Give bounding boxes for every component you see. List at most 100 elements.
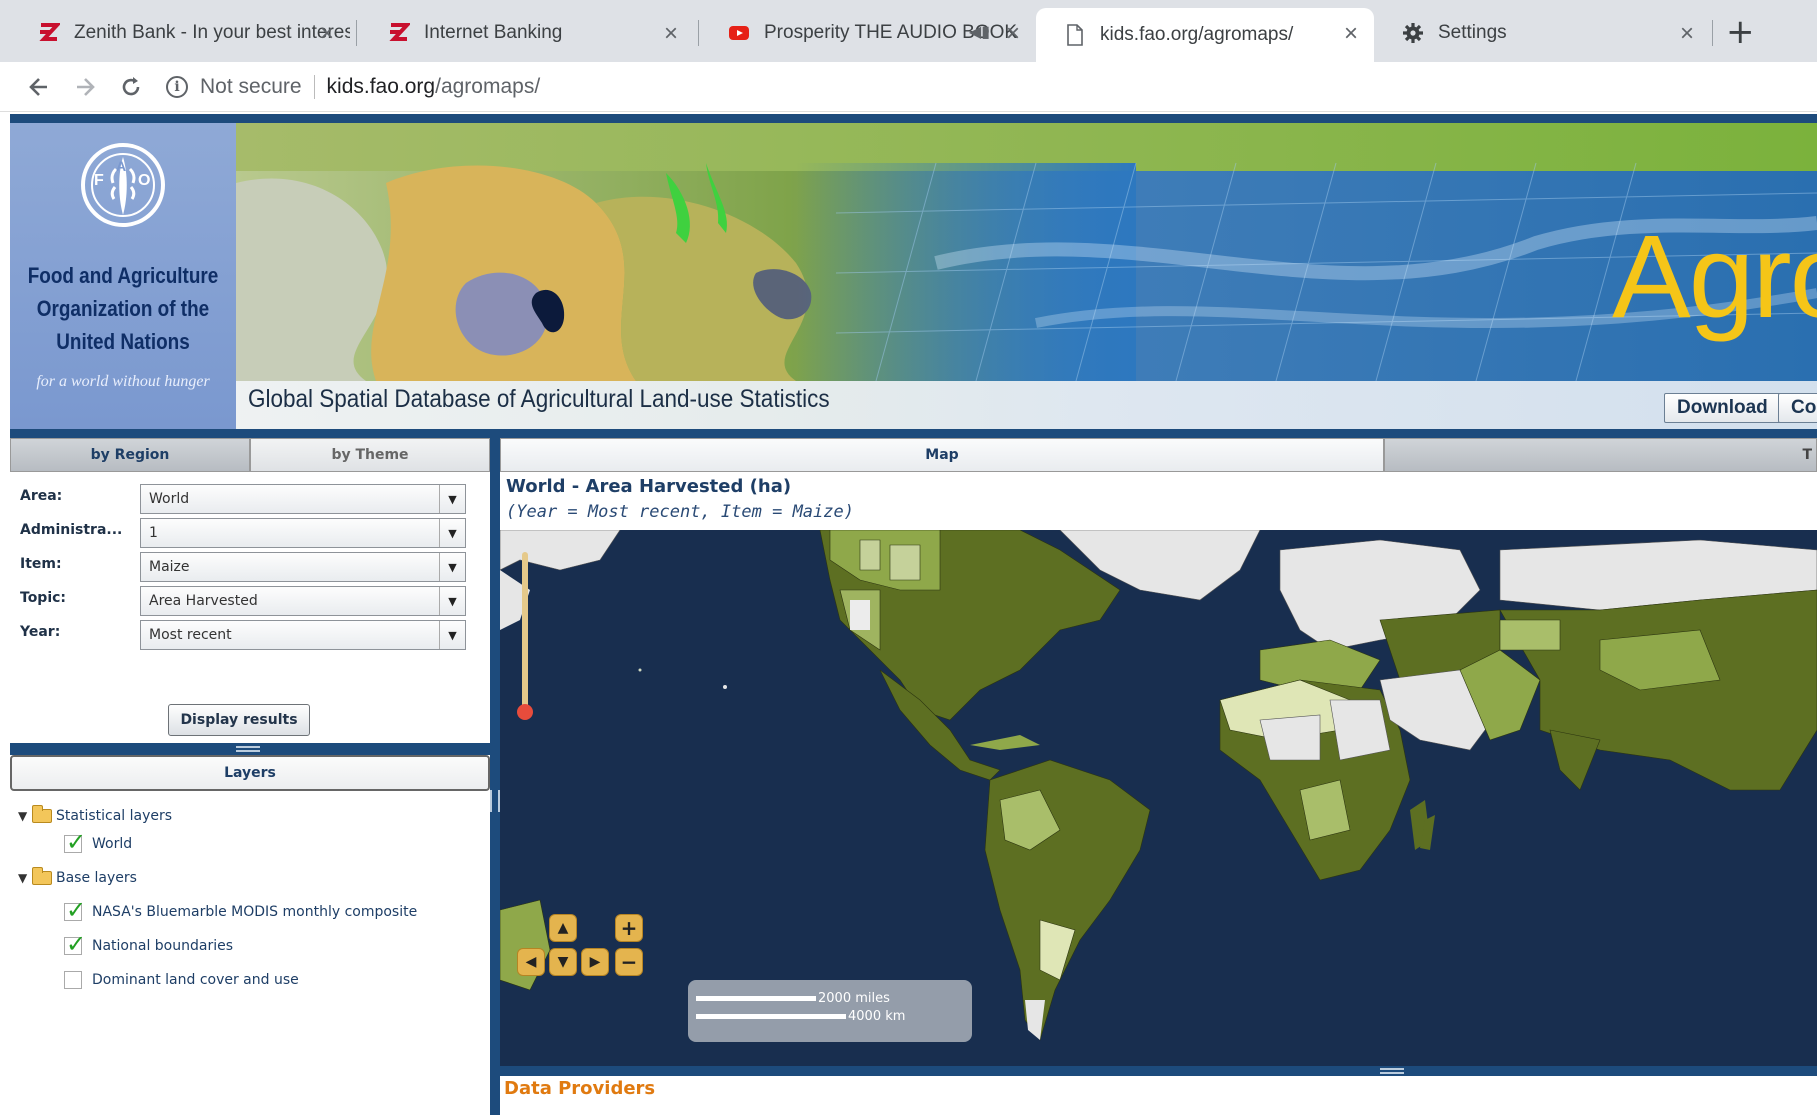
organization-name: Food and Agriculture Organization of the… xyxy=(27,263,219,354)
forward-button[interactable] xyxy=(66,68,104,106)
folder-icon xyxy=(32,867,52,885)
contact-button[interactable]: Co xyxy=(1778,393,1817,423)
close-icon[interactable]: × xyxy=(664,20,678,48)
admin-level-label: Administra... xyxy=(20,522,123,538)
tab-table[interactable]: T xyxy=(1384,438,1817,472)
organization-tagline: for a world without hunger xyxy=(36,373,210,390)
tab-by-theme[interactable]: by Theme xyxy=(250,438,490,472)
security-label: Not secure xyxy=(200,75,302,98)
landcover-layer-checkbox[interactable] xyxy=(64,971,82,989)
year-select[interactable]: Most recent ▼ xyxy=(140,620,466,650)
tab-by-region[interactable]: by Region xyxy=(10,438,250,472)
data-providers-heading: Data Providers xyxy=(504,1078,656,1099)
landcover-layer-label: Dominant land cover and use xyxy=(92,972,299,988)
top-accent-bar xyxy=(10,114,1817,123)
boundaries-layer-node[interactable]: National boundaries xyxy=(64,930,233,958)
fao-logo-icon[interactable]: F A O xyxy=(80,139,166,231)
boundaries-layer-checkbox[interactable] xyxy=(64,930,86,958)
tab-separator xyxy=(356,20,357,46)
zenith-z-icon xyxy=(388,22,410,44)
landcover-layer-node[interactable]: Dominant land cover and use xyxy=(64,968,299,992)
world-map[interactable]: ▲ ◀ ▼ ▶ + − 2000 miles 4000 km xyxy=(500,530,1817,1066)
world-layer-node[interactable]: World xyxy=(64,828,133,856)
item-row: Item: Maize ▼ xyxy=(10,552,490,584)
close-icon[interactable]: × xyxy=(1344,20,1358,48)
zoom-in-icon[interactable]: + xyxy=(615,914,643,942)
pan-left-icon[interactable]: ◀ xyxy=(517,948,545,976)
tab-title: kids.fao.org/agromaps/ xyxy=(1100,24,1294,45)
zoom-out-icon[interactable]: − xyxy=(615,948,643,976)
new-tab-button[interactable]: + xyxy=(1726,12,1755,52)
display-results-button[interactable]: Display results xyxy=(168,704,310,736)
base-layers-node[interactable]: ▼ Base layers xyxy=(18,866,137,890)
pan-up-icon[interactable]: ▲ xyxy=(549,914,577,942)
reload-button[interactable] xyxy=(112,68,150,106)
zoom-slider-rail[interactable] xyxy=(522,552,528,712)
dropdown-arrow-icon[interactable]: ▼ xyxy=(439,553,465,581)
tab-internet-banking[interactable]: Internet Banking × xyxy=(360,8,694,58)
item-label: Item: xyxy=(20,556,62,572)
tab-settings[interactable]: Settings × xyxy=(1374,8,1710,58)
folder-icon xyxy=(32,805,52,823)
header-divider xyxy=(10,429,1817,438)
browser-tab-strip: Zenith Bank - In your best interes × Int… xyxy=(0,0,1817,62)
item-select[interactable]: Maize ▼ xyxy=(140,552,466,582)
statistical-layers-node[interactable]: ▼ Statistical layers xyxy=(18,804,172,828)
area-row: Area: World ▼ xyxy=(10,484,490,516)
scale-miles-label: 2000 miles xyxy=(818,991,890,1006)
close-icon[interactable]: × xyxy=(1006,20,1020,48)
address-bar[interactable]: i Not secure kids.fao.org/agromaps/ xyxy=(166,67,1806,107)
splitter-grip-icon[interactable] xyxy=(490,790,500,812)
vertical-splitter[interactable] xyxy=(490,438,500,1115)
pan-down-icon[interactable]: ▼ xyxy=(549,948,577,976)
scale-bar-km xyxy=(696,1014,846,1019)
zoom-slider-handle[interactable] xyxy=(517,704,533,720)
topic-value: Area Harvested xyxy=(149,593,258,609)
svg-text:F: F xyxy=(94,172,104,189)
scale-bar: 2000 miles 4000 km xyxy=(688,980,972,1042)
browser-toolbar: i Not secure kids.fao.org/agromaps/ xyxy=(0,62,1817,112)
reload-icon xyxy=(122,77,140,96)
tab-title: Internet Banking xyxy=(424,22,563,43)
speaker-mute-icon[interactable]: ◀▮ xyxy=(969,22,990,42)
page-icon xyxy=(1064,24,1086,46)
tab-zenith-bank[interactable]: Zenith Bank - In your best interes × xyxy=(10,8,350,58)
admin-level-select[interactable]: 1 ▼ xyxy=(140,518,466,548)
splitter-grip-icon[interactable] xyxy=(236,746,260,752)
layers-header[interactable]: Layers xyxy=(10,755,490,791)
site-header: F A O Food and Agriculture Organization … xyxy=(10,123,1817,429)
topic-select[interactable]: Area Harvested ▼ xyxy=(140,586,466,616)
agromaps-page: F A O Food and Agriculture Organization … xyxy=(10,114,1817,1115)
back-button[interactable] xyxy=(20,68,58,106)
bluemarble-layer-checkbox[interactable] xyxy=(64,896,86,924)
tab-map[interactable]: Map xyxy=(500,438,1384,472)
dropdown-arrow-icon[interactable]: ▼ xyxy=(439,519,465,547)
area-select[interactable]: World ▼ xyxy=(140,484,466,514)
tab-separator xyxy=(1712,20,1713,46)
world-layer-label: World xyxy=(92,836,133,852)
pan-right-icon[interactable]: ▶ xyxy=(581,948,609,976)
splitter-grip-icon[interactable] xyxy=(1380,1068,1404,1074)
world-layer-checkbox[interactable] xyxy=(64,828,86,856)
dropdown-arrow-icon[interactable]: ▼ xyxy=(439,587,465,615)
panel-splitter[interactable] xyxy=(10,743,490,755)
dropdown-arrow-icon[interactable]: ▼ xyxy=(439,485,465,513)
download-button[interactable]: Download xyxy=(1664,393,1781,423)
bluemarble-layer-label: NASA's Bluemarble MODIS monthly composit… xyxy=(92,904,418,920)
query-tabs: by Region by Theme xyxy=(10,438,490,472)
tab-agromaps[interactable]: kids.fao.org/agromaps/ × xyxy=(1036,8,1374,62)
tab-prosperity-audio-book[interactable]: Prosperity THE AUDIO BOOK ◀▮ × xyxy=(700,8,1036,58)
svg-text:A: A xyxy=(116,158,126,174)
caret-down-icon[interactable]: ▼ xyxy=(18,809,32,823)
statistical-layers-label: Statistical layers xyxy=(56,808,173,824)
forward-arrow-icon xyxy=(77,78,95,96)
close-icon[interactable]: × xyxy=(1680,20,1694,48)
info-icon[interactable]: i xyxy=(166,76,188,98)
zenith-z-icon xyxy=(38,22,60,44)
caret-down-icon[interactable]: ▼ xyxy=(18,871,32,885)
map-splitter[interactable] xyxy=(500,1066,1817,1076)
dropdown-arrow-icon[interactable]: ▼ xyxy=(439,621,465,649)
area-label: Area: xyxy=(20,488,63,504)
bluemarble-layer-node[interactable]: NASA's Bluemarble MODIS monthly composit… xyxy=(64,896,418,924)
close-icon[interactable]: × xyxy=(320,20,334,48)
